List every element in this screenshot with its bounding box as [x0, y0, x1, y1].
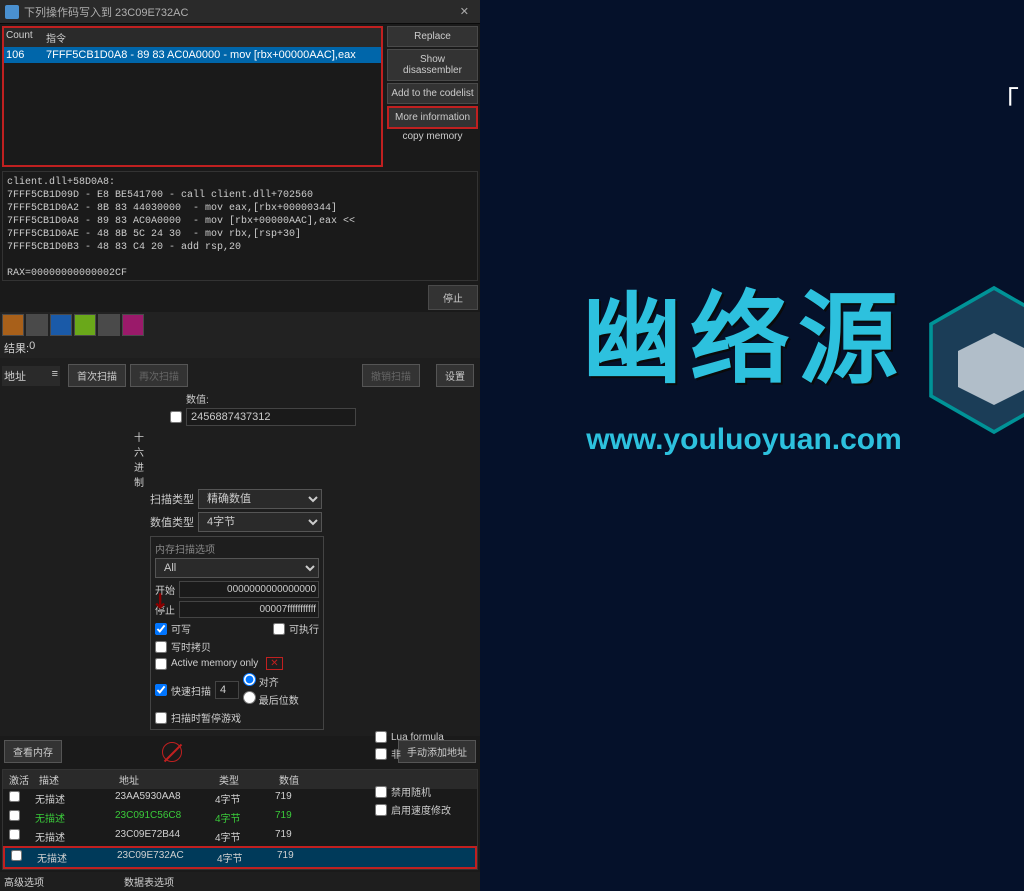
- open-icon[interactable]: [2, 314, 24, 336]
- table-options[interactable]: 数据表选项: [124, 874, 174, 889]
- show-disasm-button[interactable]: Show disassembler: [387, 49, 478, 81]
- row-active-checkbox[interactable]: [9, 791, 20, 802]
- stop-input[interactable]: [179, 601, 319, 618]
- align-radio[interactable]: [243, 673, 256, 686]
- undo-scan-button[interactable]: 撤销扫描: [362, 364, 420, 387]
- start-input[interactable]: [179, 581, 319, 598]
- fast-scan-value[interactable]: [215, 681, 239, 699]
- pause-scan-checkbox[interactable]: [155, 712, 167, 724]
- executable-label: 可执行: [289, 621, 319, 636]
- value-header-label: 数值:: [186, 391, 474, 406]
- not-checkbox[interactable]: [375, 748, 387, 760]
- corner-bracket: 「: [991, 80, 1019, 120]
- list-icon[interactable]: ≡: [52, 368, 58, 384]
- col-addr: 地址: [115, 772, 215, 787]
- cow-label: 写时拷贝: [171, 639, 211, 654]
- fast-scan-label: 快速扫描: [171, 683, 211, 698]
- next-scan-button[interactable]: 再次扫描: [130, 364, 188, 387]
- executable-checkbox[interactable]: [273, 623, 285, 635]
- value-type-select[interactable]: 4字节: [198, 512, 322, 532]
- opcode-row[interactable]: 106 7FFF5CB1D0A8 - 89 83 AC0A0000 - mov …: [4, 47, 381, 63]
- cow-checkbox[interactable]: [155, 641, 167, 653]
- value-type-label: 数值类型: [150, 514, 194, 530]
- no-delete-icon[interactable]: [162, 742, 182, 762]
- table-row[interactable]: 无描述 23C09E732AC 4字节 719: [3, 846, 477, 869]
- toolbar: [0, 312, 480, 338]
- row-active-checkbox[interactable]: [9, 810, 20, 821]
- add-codelist-button[interactable]: Add to the codelist: [387, 83, 478, 104]
- writable-label: 可写: [171, 621, 191, 636]
- pause-scan-label: 扫描时暂停游戏: [171, 710, 241, 725]
- col-val: 数值: [275, 772, 335, 787]
- save-icon[interactable]: [26, 314, 48, 336]
- copy-memory-label[interactable]: copy memory: [387, 131, 478, 142]
- replace-button[interactable]: Replace: [387, 26, 478, 47]
- process-icon[interactable]: [50, 314, 72, 336]
- help-icon[interactable]: [98, 314, 120, 336]
- view-memory-button[interactable]: 查看内存: [4, 740, 62, 763]
- lua-formula-checkbox[interactable]: [375, 731, 387, 743]
- brand-url: www.youluoyuan.com: [586, 423, 902, 457]
- addr-header[interactable]: 地址: [4, 368, 26, 384]
- brand-name: 幽络源: [582, 258, 906, 403]
- brand-logo: [904, 270, 1024, 450]
- results-label: 结果:: [4, 340, 29, 356]
- row-active-checkbox[interactable]: [9, 829, 20, 840]
- close-icon[interactable]: ✕: [454, 3, 475, 20]
- lastbits-radio[interactable]: [243, 691, 256, 704]
- advanced-options[interactable]: 高级选项: [4, 874, 44, 889]
- col-desc: 描述: [35, 772, 115, 787]
- table-row[interactable]: 无描述 23C09E72B44 4字节 719: [3, 827, 477, 846]
- col-count: Count: [6, 30, 46, 45]
- about-icon[interactable]: [122, 314, 144, 336]
- col-type: 类型: [215, 772, 275, 787]
- enable-speed-checkbox[interactable]: [375, 804, 387, 816]
- more-info-button[interactable]: More information: [387, 106, 478, 129]
- hex-checkbox[interactable]: [170, 411, 182, 423]
- disable-random-checkbox[interactable]: [375, 786, 387, 798]
- scan-type-label: 扫描类型: [150, 491, 194, 507]
- app-icon: [5, 5, 19, 19]
- value-input[interactable]: [186, 408, 356, 426]
- opcode-count: 106: [6, 49, 46, 61]
- active-x-icon[interactable]: ✕: [266, 657, 282, 670]
- settings-button[interactable]: 设置: [436, 364, 474, 387]
- row-active-checkbox[interactable]: [11, 850, 22, 861]
- stop-button[interactable]: 停止: [428, 285, 478, 310]
- results-count: 0: [29, 340, 35, 356]
- active-mem-checkbox[interactable]: [155, 658, 167, 670]
- active-mem-label: Active memory only: [171, 658, 258, 669]
- titlebar[interactable]: 下列操作码写入到 23C09E732AC ✕: [0, 0, 480, 24]
- fast-scan-checkbox[interactable]: [155, 684, 167, 696]
- opcode-list[interactable]: Count 指令 106 7FFF5CB1D0A8 - 89 83 AC0A00…: [2, 26, 383, 167]
- window-title: 下列操作码写入到 23C09E732AC: [24, 4, 454, 20]
- col-active: 激活: [5, 772, 35, 787]
- writable-checkbox[interactable]: [155, 623, 167, 635]
- disassembly-pane[interactable]: client.dll+58D0A8: 7FFF5CB1D09D - E8 BE5…: [2, 171, 478, 281]
- speed-icon[interactable]: [74, 314, 96, 336]
- mem-opts-title: 内存扫描选项: [155, 541, 319, 556]
- opcode-instr: 7FFF5CB1D0A8 - 89 83 AC0A0000 - mov [rbx…: [46, 49, 356, 61]
- first-scan-button[interactable]: 首次扫描: [68, 364, 126, 387]
- scan-type-select[interactable]: 精确数值: [198, 489, 322, 509]
- col-instr: 指令: [46, 30, 66, 45]
- mem-all-select[interactable]: All: [155, 558, 319, 578]
